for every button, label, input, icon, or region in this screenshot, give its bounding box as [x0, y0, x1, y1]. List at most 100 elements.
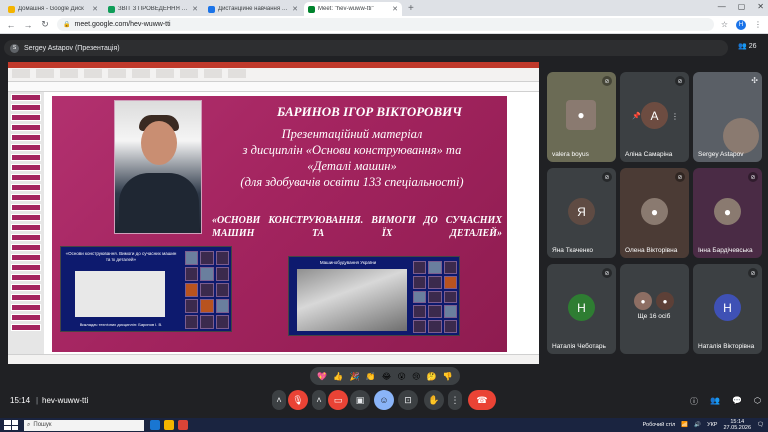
lock-icon[interactable]: 🔒: [63, 21, 70, 28]
reaction-thumbs-up[interactable]: 👍: [333, 372, 343, 381]
activities-icon[interactable]: ⬡: [754, 396, 761, 407]
tab-title: Meet: "hev-wuww-tti": [318, 6, 374, 12]
people-count: 26: [748, 42, 757, 50]
browser-toolbar: ← → ↻ 🔒 meet.google.com/hev-wuww-tti ☆ H…: [0, 16, 768, 34]
emoji-button[interactable]: ☺: [374, 390, 394, 410]
browser-tab[interactable]: Дистанційне навчання в ВСП ✕: [204, 2, 302, 16]
browser-tab[interactable]: Домашня - Google Диск ✕: [4, 2, 102, 16]
participant-name: valera boyus: [552, 151, 589, 158]
taskbar-search[interactable]: ⌕ Пошук: [24, 419, 144, 431]
forward-icon[interactable]: →: [23, 20, 33, 30]
mic-toggle-button[interactable]: 🎙: [288, 390, 308, 410]
search-placeholder: Пошук: [33, 422, 52, 428]
chat-icon[interactable]: 💬: [732, 396, 742, 407]
presenter-photo: [114, 100, 202, 234]
tab-title: ЗВІТ З ПРОВЕДЕННЯ ТИЖНЯ: [118, 6, 190, 12]
participant-tile[interactable]: Н ⊘ Наталія Вікторівна: [693, 264, 762, 354]
close-icon[interactable]: ✕: [192, 5, 198, 13]
participant-avatar: Я: [568, 198, 595, 225]
participant-name: Інна Бардічевська: [698, 247, 753, 254]
profile-avatar[interactable]: H: [736, 19, 746, 30]
participant-tile[interactable]: ● ⊘ valera boyus: [547, 72, 616, 162]
close-icon[interactable]: ✕: [92, 5, 98, 13]
participant-thumb: ●: [656, 292, 674, 310]
participant-tile[interactable]: ✣ Sergey Astapov: [693, 72, 762, 162]
network-icon[interactable]: 📶: [681, 422, 688, 428]
info-icon[interactable]: ⓘ: [690, 396, 698, 407]
more-options-icon[interactable]: ✣: [751, 76, 758, 85]
chrome-icon[interactable]: [178, 420, 188, 430]
windows-taskbar: ⌕ Пошук Робочий стіл 📶 🔊 УКР 15:14 27.05…: [0, 418, 768, 432]
participant-tile[interactable]: ● ⊘ Інна Бардічевська: [693, 168, 762, 258]
address-bar[interactable]: 🔒 meet.google.com/hev-wuww-tti: [57, 18, 714, 31]
maximize-icon[interactable]: ▢: [738, 2, 746, 11]
explorer-folder-icon[interactable]: [164, 420, 174, 430]
more-options-button[interactable]: ⋮: [448, 390, 462, 410]
reaction-surprised[interactable]: 😮: [398, 372, 406, 381]
more-options-icon[interactable]: ⋮: [671, 112, 679, 121]
search-icon: ⌕: [27, 421, 31, 428]
participant-tile[interactable]: Я ⊘ Яна Ткаченко: [547, 168, 616, 258]
people-icon[interactable]: 👥: [710, 396, 720, 407]
tray-desktop-label[interactable]: Робочий стіл: [643, 422, 676, 428]
raise-hand-button[interactable]: ✋: [424, 390, 444, 410]
browser-tab[interactable]: ЗВІТ З ПРОВЕДЕННЯ ТИЖНЯ ✕: [104, 2, 202, 16]
reaction-thumbs-down[interactable]: 👎: [443, 372, 453, 381]
people-button[interactable]: 👥 26: [738, 42, 757, 51]
mic-off-icon: ⊘: [602, 172, 612, 182]
reaction-clap[interactable]: 👏: [366, 372, 376, 381]
file-explorer-icon[interactable]: [150, 420, 160, 430]
reload-icon[interactable]: ↻: [40, 19, 50, 30]
new-tab-button[interactable]: +: [408, 2, 414, 16]
close-icon[interactable]: ✕: [392, 5, 398, 13]
meeting-code: hev-wuww-tti: [42, 396, 89, 405]
participant-tile[interactable]: А 📌 ⋮ ⊘ Аліна Самаріна: [620, 72, 689, 162]
reactions-bar: 💖 👍 🎉 👏 😂 😮 😢 🤔 👎: [310, 367, 460, 385]
minimize-icon[interactable]: —: [718, 2, 726, 11]
back-icon[interactable]: ←: [6, 20, 16, 30]
present-button[interactable]: ⊡: [398, 390, 418, 410]
browser-tab-active[interactable]: Meet: "hev-wuww-tti" ✕: [304, 2, 402, 16]
inset-footer: Викладач технічних дисциплін: Баринов І.…: [79, 322, 163, 327]
volume-icon[interactable]: 🔊: [694, 422, 701, 428]
powerpoint-ribbon: [8, 68, 539, 82]
participant-tile[interactable]: ● ⊘ Олена Вікторівна: [620, 168, 689, 258]
taskbar-apps: [150, 420, 188, 430]
participant-name: Аліна Самаріна: [625, 151, 673, 158]
leave-call-button[interactable]: ☎: [468, 390, 496, 410]
participant-thumb: ●: [634, 292, 652, 310]
pin-icon[interactable]: 📌: [632, 112, 641, 120]
notifications-icon[interactable]: 🗨: [757, 422, 764, 428]
inset-caption: Машинобудування України: [319, 260, 377, 265]
meeting-time: 15:14: [10, 396, 31, 405]
language-indicator[interactable]: УКР: [707, 422, 717, 428]
captions-button[interactable]: ▣: [350, 390, 370, 410]
participant-name: Наталія Вікторівна: [698, 343, 755, 350]
windows-start-icon[interactable]: [4, 420, 18, 430]
mic-options-button[interactable]: ˄: [272, 390, 286, 410]
presenter-avatar: S: [10, 43, 19, 53]
tab-title: Дистанційне навчання в ВСП: [218, 6, 289, 12]
system-clock[interactable]: 15:14 27.05.2026: [723, 419, 751, 431]
video-grid-thumbnail: [413, 261, 457, 333]
screen: Домашня - Google Диск ✕ ЗВІТ З ПРОВЕДЕНН…: [0, 0, 768, 432]
participant-tile[interactable]: Н ⊘ Наталія Чеботарь: [547, 264, 616, 354]
reaction-heart[interactable]: 💖: [317, 372, 327, 381]
separator: |: [36, 396, 39, 405]
close-window-icon[interactable]: ✕: [757, 2, 764, 11]
reaction-laugh[interactable]: 😂: [382, 372, 391, 381]
powerpoint-toolbar: [8, 82, 539, 92]
camera-toggle-button[interactable]: ▭: [328, 390, 348, 410]
browser-tab-strip: Домашня - Google Диск ✕ ЗВІТ З ПРОВЕДЕНН…: [0, 0, 768, 16]
window-controls: — ▢ ✕: [718, 2, 764, 11]
reaction-sad[interactable]: 😢: [412, 372, 420, 381]
camera-options-button[interactable]: ˄: [312, 390, 326, 410]
close-icon[interactable]: ✕: [292, 5, 298, 13]
star-icon[interactable]: ☆: [721, 20, 728, 29]
reaction-thinking[interactable]: 🤔: [427, 372, 437, 381]
shared-screen: БАРИНОВ ІГОР ВІКТОРОВИЧ Презентаційний м…: [8, 62, 539, 364]
participant-avatar: Н: [714, 294, 741, 321]
menu-icon[interactable]: ⋮: [754, 20, 762, 29]
more-participants-tile[interactable]: ● ● Ще 16 осіб: [620, 264, 689, 354]
reaction-celebrate[interactable]: 🎉: [350, 372, 360, 381]
